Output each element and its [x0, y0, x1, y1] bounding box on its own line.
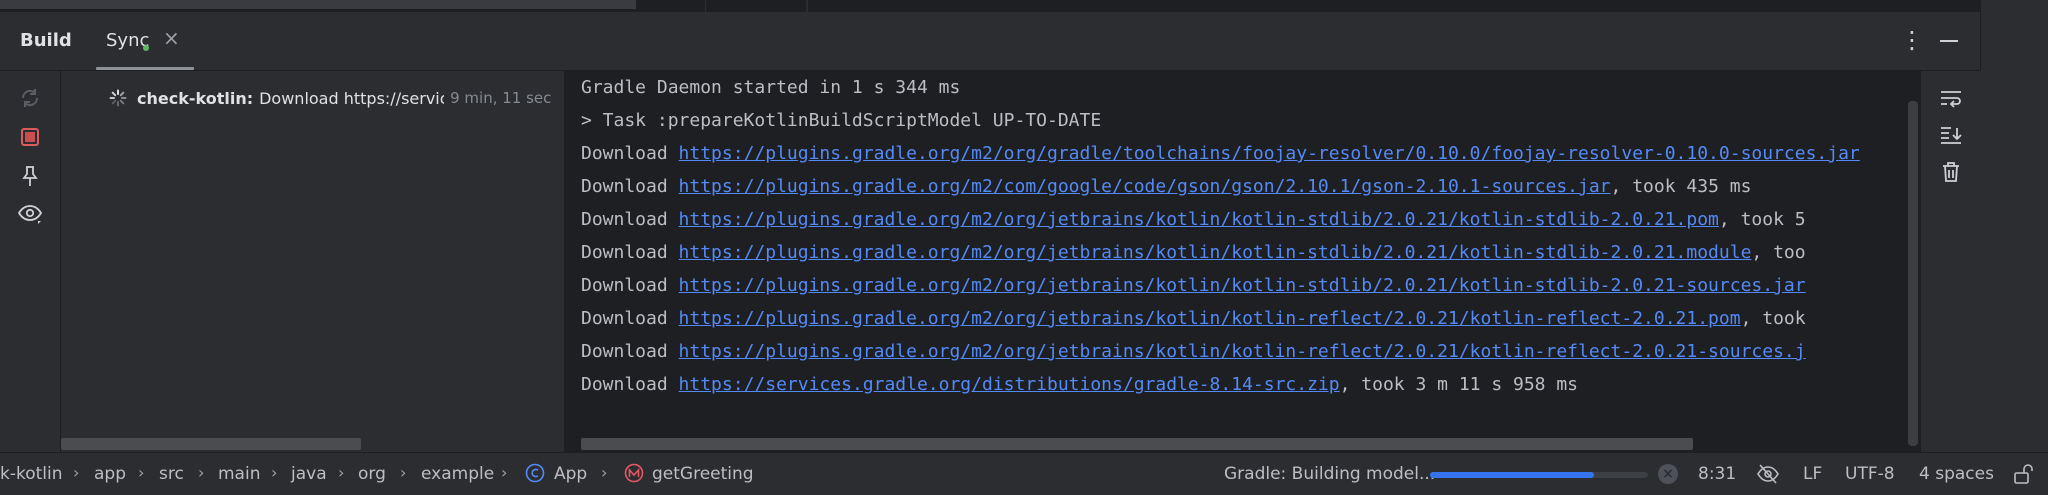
breadcrumb-item[interactable]: main: [218, 464, 260, 484]
pin-icon[interactable]: [17, 163, 43, 189]
divider: [705, 0, 706, 12]
console-link[interactable]: https://plugins.gradle.org/m2/org/gradle…: [679, 143, 1860, 164]
progress-bar: [1430, 472, 1648, 478]
console-vertical-scrollbar[interactable]: [1908, 101, 1918, 446]
chevron-right-icon: ›: [271, 463, 278, 482]
console-line: Download https://plugins.gradle.org/m2/o…: [581, 242, 1806, 263]
sync-icon[interactable]: [17, 85, 43, 111]
tool-window-header: Build Sync × ⋮: [0, 12, 1980, 71]
console-line: > Task :prepareKotlinBuildScriptModel UP…: [581, 110, 1102, 131]
breadcrumb-item[interactable]: example: [421, 464, 494, 484]
tab-build[interactable]: Build: [20, 30, 72, 51]
breadcrumb-item[interactable]: getGreeting: [652, 464, 754, 484]
indent-setting[interactable]: 4 spaces: [1919, 464, 1994, 484]
console-link[interactable]: https://services.gradle.org/distribution…: [679, 374, 1340, 395]
file-encoding[interactable]: UTF-8: [1845, 464, 1895, 484]
tree-item-check-kotlin[interactable]: check-kotlin: Download https://services.…: [109, 85, 551, 111]
breadcrumb-item[interactable]: src: [159, 464, 184, 484]
chevron-right-icon: ›: [601, 463, 608, 482]
console-link[interactable]: https://plugins.gradle.org/m2/org/jetbra…: [679, 242, 1752, 263]
build-tree-panel: check-kotlin: Download https://services.…: [61, 71, 565, 452]
console-link[interactable]: https://plugins.gradle.org/m2/org/jetbra…: [679, 341, 1806, 362]
chevron-right-icon: ›: [501, 463, 508, 482]
scroll-to-end-icon[interactable]: [1938, 122, 1964, 148]
console-line: Gradle Daemon started in 1 s 344 ms: [581, 77, 961, 98]
chevron-right-icon: ›: [73, 463, 80, 482]
console-link[interactable]: https://plugins.gradle.org/m2/org/jetbra…: [679, 275, 1806, 296]
console-link[interactable]: https://plugins.gradle.org/m2/org/jetbra…: [679, 308, 1741, 329]
console-horizontal-scrollbar[interactable]: [581, 438, 1693, 450]
editor-hscroll-track: [0, 0, 636, 9]
active-tab-indicator: [96, 67, 194, 70]
method-icon: [624, 463, 644, 483]
console-output: Gradle Daemon started in 1 s 344 ms > Ta…: [565, 71, 1920, 452]
trash-icon[interactable]: [1938, 159, 1964, 185]
tree-item-message: Download https://services.gradle.org/dis…: [259, 88, 444, 108]
tree-horizontal-scrollbar[interactable]: [61, 438, 361, 450]
console-line: Download https://plugins.gradle.org/m2/c…: [581, 176, 1752, 197]
readonly-icon[interactable]: [1756, 462, 1780, 486]
console-line: Download https://plugins.gradle.org/m2/o…: [581, 308, 1806, 329]
console-line: Download https://plugins.gradle.org/m2/o…: [581, 209, 1806, 230]
chevron-right-icon: ›: [338, 463, 345, 482]
right-tool-stripe: [1980, 0, 2048, 452]
breadcrumb-item[interactable]: k-kotlin: [0, 464, 63, 484]
console-line: Download https://services.gradle.org/dis…: [581, 374, 1579, 395]
progress-fill: [1430, 472, 1594, 478]
chevron-right-icon: ›: [198, 463, 205, 482]
console-link[interactable]: https://plugins.gradle.org/m2/org/jetbra…: [679, 209, 1719, 230]
console-line: Download https://plugins.gradle.org/m2/o…: [581, 275, 1806, 296]
stop-icon[interactable]: [17, 124, 43, 150]
cursor-position[interactable]: 8:31: [1698, 464, 1736, 484]
lock-icon[interactable]: [2012, 463, 2034, 485]
breadcrumb-item[interactable]: java: [291, 464, 327, 484]
chevron-right-icon: ›: [400, 463, 407, 482]
console-line: Download https://plugins.gradle.org/m2/o…: [581, 143, 1860, 164]
tree-item-time: 9 min, 11 sec: [450, 89, 552, 107]
eye-icon[interactable]: [17, 201, 43, 227]
divider: [806, 0, 808, 12]
build-left-toolbar: [0, 71, 61, 452]
line-separator[interactable]: LF: [1803, 464, 1822, 484]
editor-top-strip: [0, 0, 1980, 12]
console-line: Download https://plugins.gradle.org/m2/o…: [581, 341, 1806, 362]
console-right-toolbar: [1920, 71, 1981, 452]
class-icon: [525, 463, 545, 483]
console-link[interactable]: https://plugins.gradle.org/m2/com/google…: [679, 176, 1611, 197]
tab-sync-close-icon[interactable]: ×: [163, 26, 180, 50]
sync-status-dot: [143, 45, 149, 51]
tree-item-name: check-kotlin:: [137, 88, 254, 108]
status-bar: k-kotlin › app › src › main › java › org…: [0, 452, 2048, 495]
breadcrumb-item[interactable]: App: [554, 464, 587, 484]
background-task-label[interactable]: Gradle: Building model...: [1224, 464, 1435, 484]
more-options-icon[interactable]: ⋮: [1900, 26, 1924, 54]
chevron-right-icon: ›: [138, 463, 145, 482]
breadcrumb-item[interactable]: app: [94, 464, 126, 484]
cancel-task-icon[interactable]: ×: [1658, 464, 1678, 484]
minimize-icon[interactable]: [1940, 40, 1958, 42]
breadcrumb-item[interactable]: org: [358, 464, 386, 484]
soft-wrap-icon[interactable]: [1938, 85, 1964, 111]
loading-spinner-icon: [109, 89, 127, 107]
